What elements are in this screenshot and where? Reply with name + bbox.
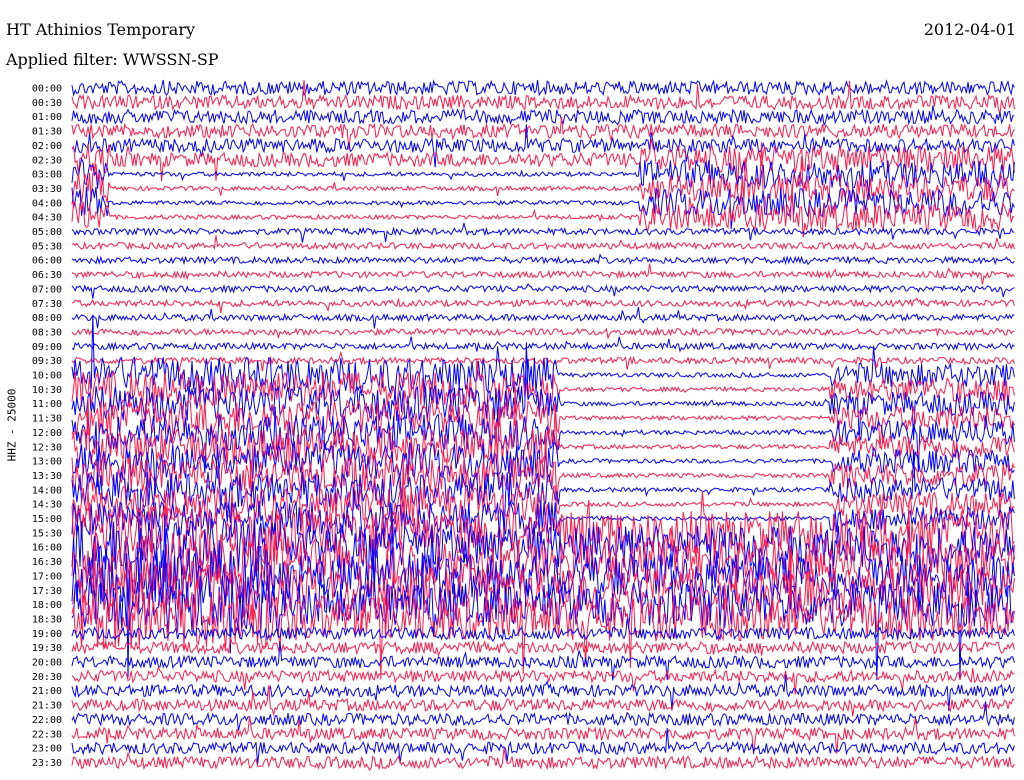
row-label-2130: 21:30 (32, 701, 62, 712)
row-label-1930: 19:30 (32, 643, 62, 654)
row-label-1730: 17:30 (32, 586, 62, 597)
row-label-2000: 20:00 (32, 658, 62, 669)
row-label-0530: 05:30 (32, 241, 62, 252)
trace-row-0430 (71, 175, 1015, 238)
row-label-1100: 11:00 (32, 399, 62, 410)
row-label-1530: 15:30 (32, 528, 62, 539)
trace-row-1330 (71, 421, 1015, 517)
trace-row-0700 (71, 283, 1015, 299)
row-label-1400: 14:00 (32, 485, 62, 496)
row-label-1430: 14:30 (32, 500, 62, 511)
row-label-0400: 04:00 (32, 198, 62, 209)
trace-layer (71, 79, 1015, 772)
row-label-1200: 12:00 (32, 428, 62, 439)
row-label-0200: 02:00 (32, 141, 62, 152)
row-label-1500: 15:00 (32, 514, 62, 525)
helicorder-plot: 00:00 00:30 01:00 01:30 02:00 02:30 03:00 03:30… (32, 79, 1015, 772)
row-label-1830: 18:30 (32, 614, 62, 625)
row-label-0830: 08:30 (32, 327, 62, 338)
row-label-2230: 22:30 (32, 729, 62, 740)
row-label-1800: 18:00 (32, 600, 62, 611)
row-label-0630: 06:30 (32, 270, 62, 281)
row-label-0330: 03:30 (32, 184, 62, 195)
row-label-1630: 16:30 (32, 557, 62, 568)
row-label-2100: 21:00 (32, 686, 62, 697)
trace-row-0300 (71, 157, 1015, 197)
trace-row-0800 (71, 306, 1015, 329)
row-label-0900: 09:00 (32, 342, 62, 353)
row-label-0130: 01:30 (32, 127, 62, 138)
row-label-0700: 07:00 (32, 284, 62, 295)
row-label-1300: 13:00 (32, 457, 62, 468)
row-label-1700: 17:00 (32, 571, 62, 582)
row-label-2200: 22:00 (32, 715, 62, 726)
trace-row-0630 (71, 263, 1015, 285)
row-label-2300: 23:00 (32, 744, 62, 755)
trace-row-0600 (71, 253, 1015, 266)
row-label-2330: 23:30 (32, 758, 62, 769)
row-label-0800: 08:00 (32, 313, 62, 324)
trace-row-0730 (71, 297, 1015, 314)
trace-row-0000 (71, 79, 1015, 97)
row-label-0930: 09:30 (32, 356, 62, 367)
row-label-1230: 12:30 (32, 442, 62, 453)
row-label-1130: 11:30 (32, 414, 62, 425)
trace-row-0830 (71, 326, 1015, 340)
row-label-1030: 10:30 (32, 385, 62, 396)
row-label-2030: 20:30 (32, 672, 62, 683)
row-label-1600: 16:00 (32, 543, 62, 554)
row-label-0000: 00:00 (32, 84, 62, 95)
row-label-0500: 05:00 (32, 227, 62, 238)
row-label-1900: 19:00 (32, 629, 62, 640)
trace-row-0530 (71, 235, 1015, 251)
row-label-layer: 00:00 00:30 01:00 01:30 02:00 02:30 03:00 03:30… (32, 84, 62, 769)
row-label-0430: 04:30 (32, 213, 62, 224)
row-label-0230: 02:30 (32, 155, 62, 166)
row-label-0030: 00:30 (32, 98, 62, 109)
row-label-0300: 03:00 (32, 170, 62, 181)
row-label-0730: 07:30 (32, 299, 62, 310)
row-label-1330: 13:30 (32, 471, 62, 482)
row-label-0100: 01:00 (32, 112, 62, 123)
row-label-0600: 06:00 (32, 256, 62, 267)
row-label-1000: 10:00 (32, 371, 62, 382)
